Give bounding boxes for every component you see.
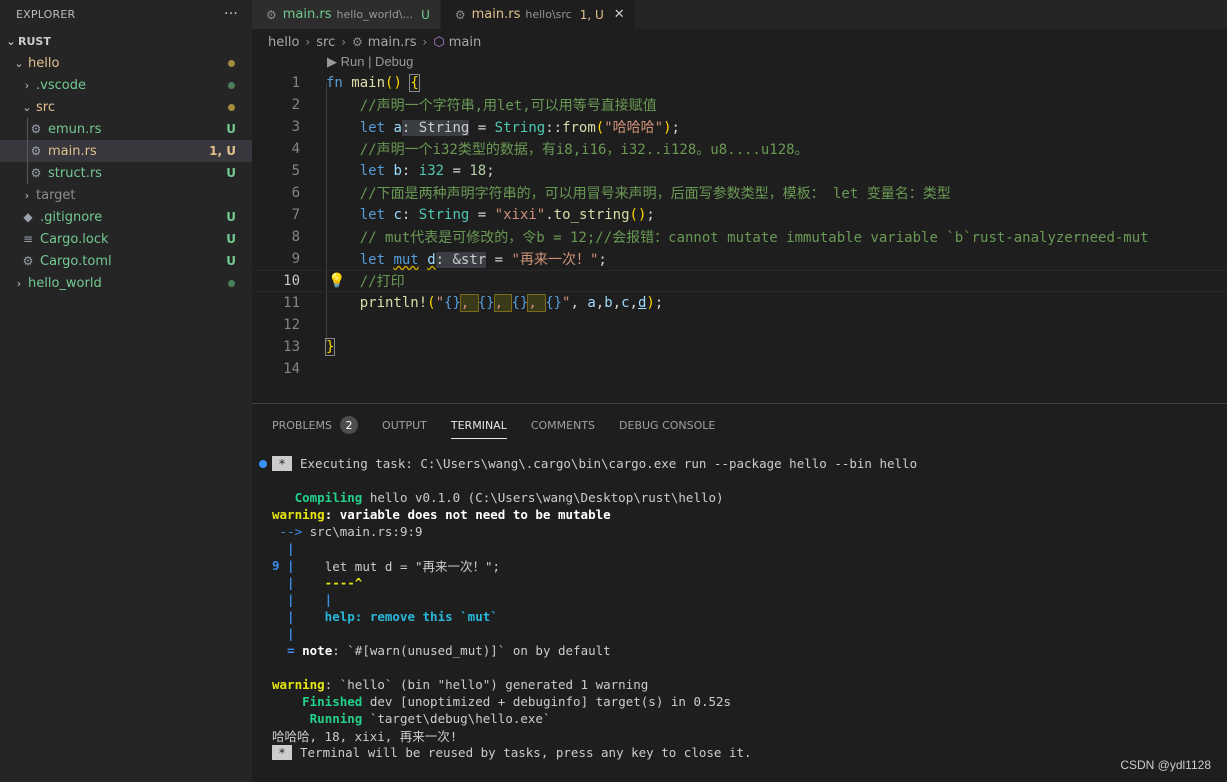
chevron-down-icon: ⌄: [22, 100, 32, 114]
tree-file-emun-rs[interactable]: ⚙ emun.rs U: [0, 118, 252, 140]
tab-main-rs-hello-world[interactable]: ⚙ main.rs hello_world\... U: [252, 0, 441, 29]
problems-count-badge: 2: [340, 416, 359, 434]
code-line: 7 let c: String = "xixi".to_string();: [291, 207, 655, 223]
terminal-line: | help: remove this `mut`: [272, 609, 498, 624]
code-line: 12: [283, 317, 300, 333]
rust-file-icon: ⚙: [352, 35, 363, 49]
breadcrumb: hello › src › ⚙ main.rs › ⬡ main: [268, 33, 481, 51]
code-line: 6 //下面是两种声明字符串的，可以用冒号来声明，后面写参数类型，模板： let…: [291, 185, 951, 202]
run-debug-codelens[interactable]: ▶ Run | Debug: [327, 54, 413, 70]
breadcrumb-item-hello[interactable]: hello: [268, 35, 299, 50]
code-line: 5 let b: i32 = 18;: [291, 163, 495, 179]
terminal-line: * Executing task: C:\Users\wang\.cargo\bi…: [272, 455, 917, 472]
terminal-line: Compiling hello v0.1.0 (C:\Users\wang\De…: [294, 490, 724, 505]
modified-dot-icon: [228, 59, 235, 67]
chevron-right-icon: ›: [341, 35, 347, 49]
terminal-line: 哈哈哈, 18, xixi, 再来一次!: [272, 729, 458, 744]
task-status-dot-icon: [259, 460, 267, 468]
terminal-line: |: [272, 626, 295, 641]
code-line: 13 }: [283, 338, 336, 356]
tree-folder-hello[interactable]: ⌄ hello: [0, 52, 252, 74]
breadcrumb-item-main-rs[interactable]: main.rs: [368, 35, 417, 50]
rust-file-icon: ⚙: [30, 144, 42, 158]
terminal-line: --> src\main.rs:9:9: [279, 524, 423, 539]
code-line: 2 //声明一个字符串,用let,可以用等号直接赋值: [291, 97, 657, 114]
untracked-dot-icon: [228, 81, 235, 89]
rust-file-icon: ⚙: [30, 166, 42, 180]
chevron-right-icon: ›: [16, 276, 22, 290]
lock-file-icon: ≡: [22, 232, 34, 246]
explorer-header: EXPLORER ···: [0, 0, 252, 28]
terminal-line: 9 | let mut d = "再来一次！";: [272, 558, 501, 574]
terminal-line: | ----^: [272, 575, 363, 590]
tab-comments[interactable]: COMMENTS: [531, 413, 595, 437]
tree-folder-hello-world[interactable]: › hello_world: [0, 272, 252, 294]
code-line: 1 fn main() {: [291, 74, 420, 92]
chevron-right-icon: ›: [422, 35, 428, 49]
code-line: 11 println!("{}, {}, {}, {}", a,b,c,d);: [283, 294, 664, 312]
rust-file-icon: ⚙: [266, 7, 277, 22]
tab-terminal[interactable]: TERMINAL: [450, 413, 507, 439]
terminal-line: |: [272, 541, 295, 556]
code-editor[interactable]: ▶ Run | Debug 1 fn main() { 2 //声明一个字符串,…: [252, 52, 1227, 402]
tree-file-gitignore[interactable]: ◆ .gitignore U: [0, 206, 252, 228]
tree-folder-target[interactable]: › target: [0, 184, 252, 206]
terminal-line: warning: `hello` (bin "hello") generated…: [272, 677, 649, 692]
function-cube-icon: ⬡: [433, 34, 445, 50]
code-line-current: 10 💡 //打印: [252, 270, 1227, 292]
code-line: 9 let mut d: &str = "再来一次！";: [291, 251, 607, 268]
tree-file-cargo-toml[interactable]: ⚙ Cargo.toml U: [0, 250, 252, 272]
asterisk-icon: *: [272, 456, 292, 471]
more-actions-icon[interactable]: ···: [224, 6, 238, 22]
terminal-line: Finished dev [unoptimized + debuginfo] t…: [302, 694, 732, 709]
watermark: CSDN @ydl1128: [1120, 758, 1211, 772]
git-file-icon: ◆: [23, 210, 33, 224]
terminal-line: | |: [272, 592, 333, 607]
tab-main-rs-hello[interactable]: ⚙ main.rs hello\src 1, U ✕: [440, 0, 636, 29]
panel-tabs: PROBLEMS 2 OUTPUT TERMINAL COMMENTS DEBU…: [272, 413, 739, 439]
workspace-root[interactable]: ⌄ RUST: [0, 30, 252, 52]
gear-icon: ⚙: [22, 254, 34, 268]
tree-file-struct-rs[interactable]: ⚙ struct.rs U: [0, 162, 252, 184]
rust-file-icon: ⚙: [454, 7, 466, 22]
workspace-name: RUST: [18, 34, 51, 48]
code-line: 8 // mut代表是可修改的，令b = 12;//会报错：cannot mut…: [291, 229, 1149, 246]
explorer-sidebar: EXPLORER ··· ⌄ RUST ⌄ hello › .vscode ⌄ …: [0, 0, 252, 782]
chevron-down-icon: ⌄: [6, 34, 16, 48]
breadcrumb-item-main[interactable]: main: [449, 35, 481, 50]
chevron-right-icon: ›: [24, 78, 30, 92]
terminal-line: warning: variable does not need to be mu…: [272, 507, 611, 522]
close-icon[interactable]: ✕: [614, 7, 625, 22]
chevron-right-icon: ›: [24, 188, 30, 202]
terminal-line: = note: `#[warn(unused_mut)]` on by defa…: [287, 643, 611, 658]
tab-output[interactable]: OUTPUT: [382, 413, 427, 437]
tree-folder-vscode[interactable]: › .vscode: [0, 74, 252, 96]
chevron-down-icon: ⌄: [14, 56, 24, 70]
code-line: 4 //声明一个i32类型的数据，有i8,i16，i32..i128。u8...…: [291, 141, 809, 158]
tree-file-main-rs[interactable]: ⚙ main.rs 1, U: [0, 140, 252, 162]
explorer-title: EXPLORER: [16, 7, 76, 21]
chevron-right-icon: ›: [305, 35, 311, 49]
terminal-line: * Terminal will be reused by tasks, press…: [272, 744, 752, 761]
tree-folder-src[interactable]: ⌄ src: [0, 96, 252, 118]
breadcrumb-item-src[interactable]: src: [316, 35, 335, 50]
asterisk-icon: *: [272, 745, 292, 760]
code-line: 3 let a: String = String::from("哈哈哈");: [291, 119, 680, 136]
tab-problems[interactable]: PROBLEMS 2: [272, 413, 359, 437]
rust-file-icon: ⚙: [30, 122, 42, 136]
terminal-line: Running `target\debug\hello.exe`: [309, 711, 551, 726]
editor-tabs: ⚙ main.rs hello_world\... U ⚙ main.rs he…: [252, 0, 1227, 29]
untracked-dot-icon: [228, 279, 235, 287]
bottom-panel: PROBLEMS 2 OUTPUT TERMINAL COMMENTS DEBU…: [252, 403, 1227, 782]
tab-debug-console[interactable]: DEBUG CONSOLE: [619, 413, 715, 437]
code-line: 14: [283, 361, 300, 377]
tree-file-cargo-lock[interactable]: ≡ Cargo.lock U: [0, 228, 252, 250]
modified-dot-icon: [228, 103, 235, 111]
